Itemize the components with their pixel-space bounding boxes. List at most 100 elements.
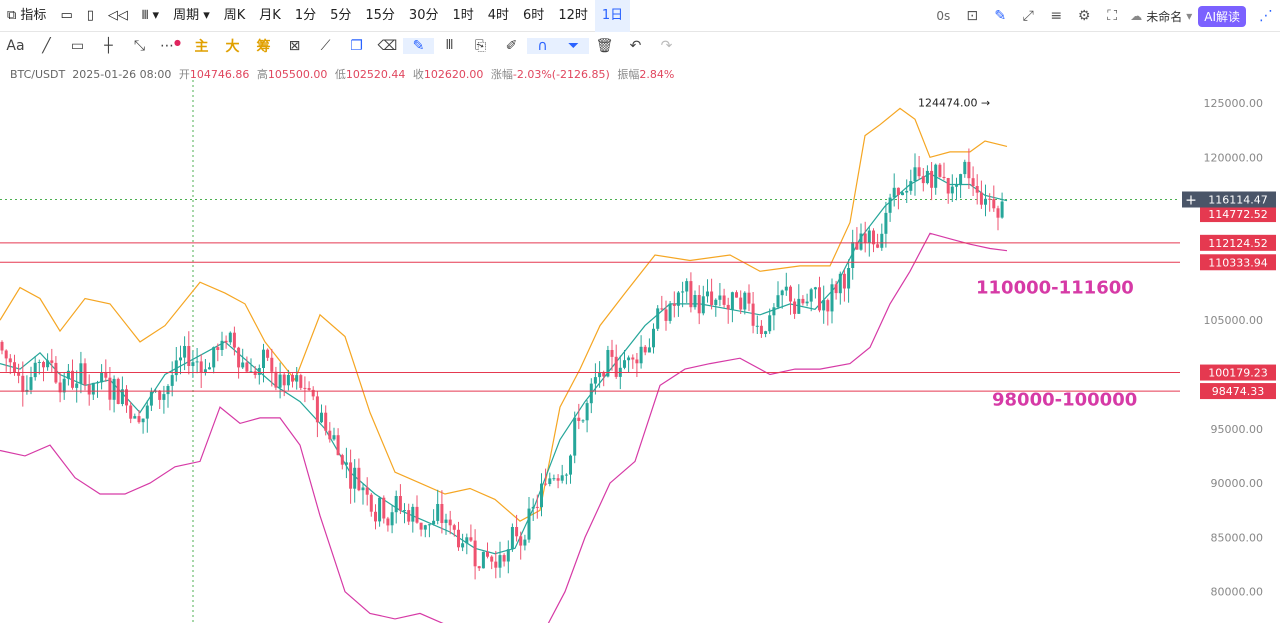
rewind-icon[interactable]: ◁◁ [101, 0, 135, 32]
candle-body [797, 298, 801, 314]
period-2[interactable]: 1分 [288, 0, 323, 32]
candle-body [975, 186, 979, 193]
candle-body [241, 362, 245, 368]
candle-body [768, 315, 772, 332]
candle-body [295, 375, 299, 382]
candle-body [502, 555, 506, 562]
layout-icon[interactable]: ▭ [53, 0, 79, 32]
more-tools-icon[interactable]: ⋯● [155, 38, 186, 54]
filter-icon[interactable]: ⏷ [558, 38, 589, 54]
share-icon[interactable]: ⋰ [1252, 8, 1280, 24]
redo-icon[interactable]: ↷ [651, 38, 682, 54]
indicator-button[interactable]: ⧉ 指标 [0, 0, 53, 32]
ai-button[interactable]: AI解读 [1198, 5, 1246, 27]
period-10[interactable]: 1日 [594, 0, 631, 32]
bars-tool-icon[interactable]: 𝍫 [434, 34, 465, 58]
candle-body [369, 494, 373, 512]
candle-body [635, 359, 639, 364]
period-menu[interactable]: 周期 ▾ [166, 0, 217, 32]
trash-icon[interactable]: 🗑 [589, 38, 620, 54]
period-8[interactable]: 6时 [516, 0, 551, 32]
copy-tool-icon[interactable]: ❐ [341, 38, 372, 54]
candle-body [212, 347, 216, 368]
settings-icon[interactable]: ⚙ [1070, 8, 1098, 24]
candle-body [701, 296, 705, 314]
price-chart[interactable]: 125000.00 120000.00 105000.00 95000.00 90000… [0, 80, 1280, 623]
ray-tool-icon[interactable]: ⤡ [124, 38, 155, 54]
candle-type-button[interactable]: 𝍫 ▾ [135, 0, 166, 32]
candle-body [813, 287, 817, 290]
candle-body [996, 208, 1000, 218]
font-button[interactable]: Aa [0, 38, 31, 54]
note-icon[interactable]: ✐ [496, 38, 527, 54]
candle-body [415, 506, 419, 523]
camera-icon[interactable]: ⊡ [958, 8, 986, 24]
candle-body [432, 520, 436, 525]
layout-name[interactable]: 未命名 [1146, 8, 1182, 25]
candle-body [166, 386, 170, 395]
candle-body [403, 510, 406, 512]
y-tick-label: 90000.00 [1211, 477, 1264, 490]
candle-body [465, 537, 469, 544]
candle-body [693, 295, 697, 308]
period-6[interactable]: 1时 [445, 0, 480, 32]
period-1[interactable]: 月K [252, 0, 288, 32]
candle-body [0, 341, 4, 351]
candle-body [643, 346, 647, 353]
candle-body [647, 347, 651, 353]
line-tool-icon[interactable]: ╱ [31, 38, 62, 54]
period-7[interactable]: 4时 [481, 0, 516, 32]
grid-icon[interactable]: ▯ [80, 0, 101, 32]
zone-label: 110000-111600 [976, 278, 1134, 299]
candle-body [776, 295, 780, 308]
pen-icon[interactable]: ✎ [986, 8, 1014, 24]
y-tick-label: 85000.00 [1211, 531, 1264, 544]
candle-body [631, 357, 635, 360]
period-4[interactable]: 15分 [358, 0, 402, 32]
price-tag: 100179.23 [1208, 367, 1268, 380]
candle-body [324, 412, 328, 431]
candle-body [232, 332, 236, 348]
candle-body [950, 186, 954, 194]
candle-body [880, 233, 884, 248]
magnet-icon[interactable]: ∩ [527, 38, 558, 54]
period-0[interactable]: 周K [217, 0, 253, 32]
eraser-tool-icon[interactable]: ⌫ [372, 38, 403, 54]
candle-body [925, 170, 929, 184]
big-button[interactable]: 大 [217, 36, 248, 56]
candle-body [315, 396, 319, 423]
candle-body [888, 197, 892, 213]
candle-body [191, 362, 195, 366]
candle-body [896, 187, 900, 195]
period-9[interactable]: 12时 [551, 0, 595, 32]
period-3[interactable]: 5分 [323, 0, 358, 32]
candle-body [623, 360, 626, 368]
undo-icon[interactable]: ↶ [620, 38, 651, 54]
chevron-down-icon[interactable]: ▾ [1186, 9, 1192, 23]
candle-body [266, 349, 270, 358]
clipboard-icon[interactable]: ⎘ [465, 38, 496, 54]
expand-icon[interactable]: ⤢ [1014, 8, 1042, 24]
candle-body [697, 295, 701, 314]
fullscreen-icon[interactable]: ⛶ [1098, 8, 1126, 24]
candle-body [801, 298, 805, 304]
edit-tool-icon[interactable]: ⊠ [279, 38, 310, 54]
candle-body [170, 375, 174, 386]
rectangle-tool-icon[interactable]: ▭ [62, 38, 93, 54]
hline-tool-icon[interactable]: ┼ [93, 38, 124, 54]
candle-body [863, 233, 867, 243]
ruler-tool-icon[interactable]: ⟋ [310, 38, 341, 54]
candle-body [382, 497, 386, 519]
cloud-icon: ☁ [1130, 9, 1143, 23]
candle-body [946, 178, 950, 194]
brush-tool-icon[interactable]: ✎ [403, 38, 434, 54]
candle-body [955, 185, 958, 187]
candle-body [473, 540, 477, 567]
chip-button[interactable]: 筹 [248, 36, 279, 56]
main-button[interactable]: 主 [186, 36, 217, 56]
menu-icon[interactable]: ≡ [1042, 8, 1070, 24]
candle-body [87, 384, 91, 395]
period-5[interactable]: 30分 [402, 0, 446, 32]
y-tick-label: 125000.00 [1204, 97, 1264, 110]
candle-body [253, 371, 257, 375]
